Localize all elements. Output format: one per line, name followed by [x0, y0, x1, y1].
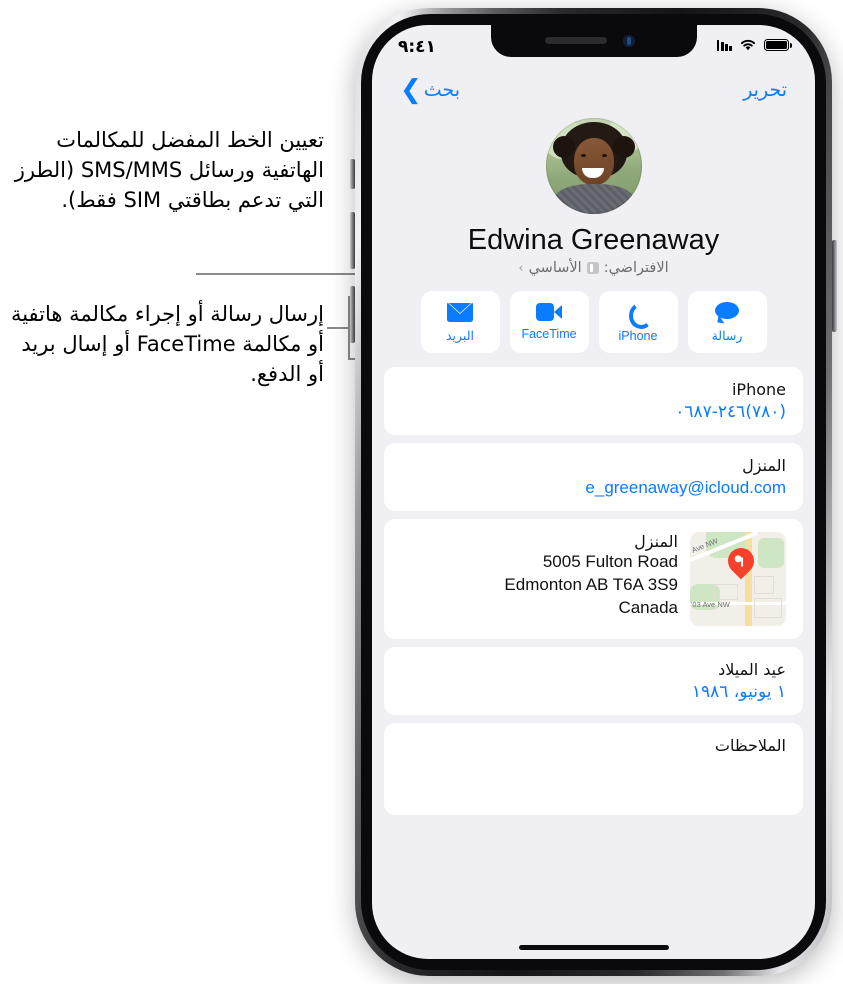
action-facetime-button[interactable]: FaceTime: [509, 291, 589, 353]
field-address-line1: 5005 Fulton Road: [542, 552, 678, 571]
earpiece-speaker: [544, 37, 607, 44]
volume-down-button[interactable]: [350, 286, 355, 343]
map-thumbnail[interactable]: Ave NW '03 Ave NW: [690, 532, 786, 626]
wifi-icon: [740, 39, 756, 51]
field-phone-label: iPhone: [731, 380, 786, 399]
sim-card-icon: [586, 262, 599, 274]
field-phone-value[interactable]: (٧٨٠)٢٤٦-٠٦٨٧: [401, 402, 786, 422]
edit-label: تحرير: [743, 79, 787, 101]
back-to-search-button[interactable]: بحث ❯: [400, 77, 460, 103]
contact-detail-view: Edwina Greenaway الافتراضي: الأساسي › رس…: [372, 109, 815, 959]
field-birthday[interactable]: عيد الميلاد ١ يونيو، ١٩٨٦: [384, 647, 803, 715]
default-line-row[interactable]: الافتراضي: الأساسي ›: [372, 260, 815, 276]
contact-name: Edwina Greenaway: [467, 224, 720, 256]
action-call-button[interactable]: iPhone: [598, 291, 678, 353]
field-email-label: المنزل: [742, 456, 786, 475]
video-camera-icon: [536, 303, 562, 321]
power-button[interactable]: [832, 240, 837, 332]
volume-up-button[interactable]: [350, 212, 355, 269]
field-notes[interactable]: الملاحظات: [384, 723, 803, 815]
silent-switch[interactable]: [350, 159, 355, 189]
avatar[interactable]: [545, 118, 642, 214]
iphone-device: ٩:٤١ تحرير بحث ❯ Edwina Greenaway الافتر…: [355, 8, 832, 976]
notch: [490, 25, 697, 57]
field-phone[interactable]: iPhone (٧٨٠)٢٤٦-٠٦٨٧: [384, 367, 803, 435]
action-message-label: رسالة: [711, 327, 743, 343]
field-address[interactable]: Ave NW '03 Ave NW المنزل 5005 Fulton Roa…: [384, 519, 803, 639]
action-call-label: iPhone: [618, 329, 658, 343]
message-bubble-icon: [715, 301, 739, 324]
status-indicators: [716, 38, 792, 52]
field-birthday-value: ١ يونيو، ١٩٨٦: [691, 682, 786, 702]
contact-fields: iPhone (٧٨٠)٢٤٦-٠٦٨٧ المنزل e_greenaway@…: [372, 367, 815, 815]
action-mail-label: البريد: [446, 327, 474, 343]
default-prefix: الافتراضي:: [603, 260, 669, 276]
cellular-signal-icon: [716, 39, 732, 51]
action-facetime-label: FaceTime: [521, 327, 577, 341]
field-address-line2: Edmonton AB T6A 3S9: [504, 574, 678, 594]
callout-sim-default: تعيين الخط المفضل للمكالمات الهاتفية ورس…: [14, 128, 324, 212]
field-email[interactable]: المنزل e_greenaway@icloud.com: [384, 443, 803, 511]
field-email-value[interactable]: e_greenaway@icloud.com: [401, 478, 786, 498]
field-birthday-label: عيد الميلاد: [718, 660, 786, 679]
chevron-icon: ❯: [400, 75, 422, 105]
edit-button[interactable]: تحرير: [743, 79, 787, 101]
default-value: الأساسي: [528, 260, 582, 276]
chevron-down-icon: ›: [518, 260, 524, 276]
callout-actions: إرسال رسالة أو إجراء مكالمة هاتفية أو مك…: [10, 302, 324, 386]
phone-handset-icon: [627, 300, 656, 331]
field-notes-label: الملاحظات: [714, 736, 786, 755]
home-indicator[interactable]: [518, 945, 669, 950]
device-screen: ٩:٤١ تحرير بحث ❯ Edwina Greenaway الافتر…: [372, 25, 815, 959]
action-message-button[interactable]: رسالة: [687, 291, 767, 353]
quick-action-row: رسالة iPhone FaceTime البريد: [372, 291, 815, 353]
navigation-bar: تحرير بحث ❯: [372, 65, 815, 115]
battery-icon: [764, 39, 792, 51]
field-address-line3: Canada: [618, 597, 678, 617]
front-camera-icon: [622, 35, 635, 47]
field-address-label: المنزل: [634, 532, 678, 551]
action-mail-button[interactable]: البريد: [420, 291, 500, 353]
illustration-canvas: تعيين الخط المفضل للمكالمات الهاتفية ورس…: [0, 0, 843, 984]
map-street-label-2: '03 Ave NW: [691, 600, 730, 609]
back-label: بحث: [423, 79, 461, 101]
mail-envelope-icon: [447, 301, 473, 322]
bracket-actions-stem: [327, 327, 349, 329]
status-time: ٩:٤١: [398, 37, 436, 57]
